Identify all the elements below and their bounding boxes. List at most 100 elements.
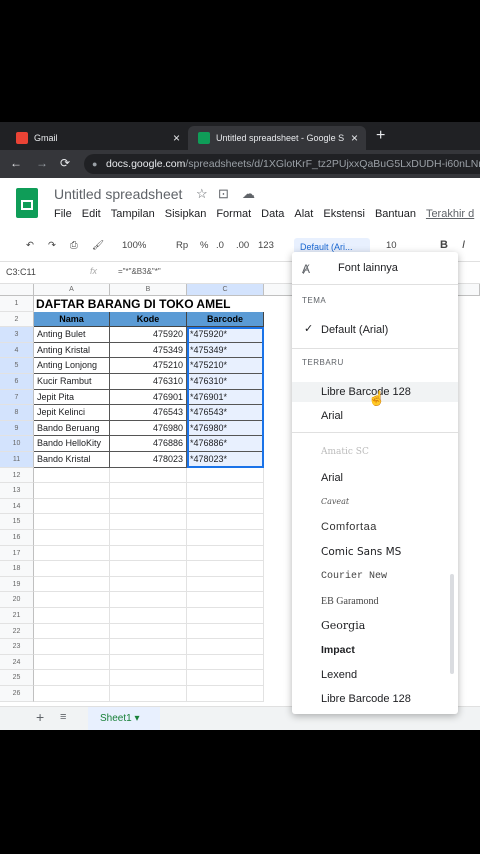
- grid-cell[interactable]: [110, 530, 187, 546]
- grid-cell[interactable]: [110, 654, 187, 671]
- menu-file[interactable]: File: [54, 208, 72, 220]
- grid-cell[interactable]: [34, 623, 110, 640]
- grid-cell[interactable]: [187, 592, 264, 608]
- row-header[interactable]: 13: [0, 483, 34, 499]
- doc-title[interactable]: Untitled spreadsheet: [54, 186, 182, 202]
- grid-cell[interactable]: [110, 670, 187, 686]
- italic-button[interactable]: I: [462, 239, 465, 251]
- row-header[interactable]: 2: [0, 311, 34, 328]
- sheet-tab-sheet1[interactable]: Sheet1 ▾: [88, 707, 160, 730]
- grid-cell[interactable]: [110, 608, 187, 624]
- grid-cell[interactable]: [187, 670, 264, 686]
- table-cell[interactable]: Kucir Rambut: [34, 374, 110, 390]
- grid-cell[interactable]: [187, 623, 264, 640]
- menu-format[interactable]: Format: [216, 208, 251, 220]
- column-header-c[interactable]: C: [187, 284, 264, 296]
- grid-cell[interactable]: [110, 592, 187, 608]
- table-cell[interactable]: 475210: [110, 358, 187, 374]
- grid-cell[interactable]: [110, 514, 187, 530]
- table-cell[interactable]: 476310: [110, 374, 187, 390]
- formula-input[interactable]: ="*"&B3&"*": [118, 267, 161, 276]
- table-cell[interactable]: Anting Bulet: [34, 327, 110, 343]
- grid-cell[interactable]: [187, 514, 264, 530]
- zoom-select[interactable]: 100%: [122, 240, 146, 251]
- table-cell[interactable]: Bando Kristal: [34, 452, 110, 468]
- row-header[interactable]: 12: [0, 467, 34, 484]
- all-sheets-icon[interactable]: ≡: [60, 711, 66, 723]
- paint-format-icon[interactable]: 🖌: [92, 240, 104, 251]
- row-header[interactable]: 20: [0, 592, 34, 608]
- menu-extensions[interactable]: Ekstensi: [323, 208, 365, 220]
- column-header-b[interactable]: B: [110, 284, 187, 296]
- row-header[interactable]: 15: [0, 514, 34, 530]
- column-header-a[interactable]: A: [34, 284, 110, 296]
- bold-button[interactable]: B: [440, 239, 448, 251]
- menu-tools[interactable]: Alat: [294, 208, 313, 220]
- grid-cell[interactable]: [34, 545, 110, 562]
- grid-cell[interactable]: [34, 514, 110, 530]
- table-cell[interactable]: Anting Kristal: [34, 342, 110, 359]
- row-header[interactable]: 1: [0, 296, 34, 312]
- grid-cell[interactable]: [110, 576, 187, 593]
- grid-cell[interactable]: [110, 561, 187, 577]
- row-header[interactable]: 10: [0, 436, 34, 452]
- row-header[interactable]: 24: [0, 654, 34, 671]
- grid-cell[interactable]: [34, 561, 110, 577]
- table-cell[interactable]: 475349: [110, 342, 187, 359]
- sheets-logo-icon[interactable]: [16, 188, 38, 218]
- row-header[interactable]: 18: [0, 561, 34, 577]
- url-input[interactable]: ● docs.google.com/spreadsheets/d/1XGlotK…: [84, 154, 480, 174]
- grid-cell[interactable]: [34, 686, 110, 702]
- close-icon[interactable]: ×: [173, 131, 180, 145]
- font-size-select[interactable]: 10: [386, 240, 397, 251]
- increase-decimal-button[interactable]: .00: [236, 240, 249, 251]
- row-header[interactable]: 25: [0, 670, 34, 686]
- row-header[interactable]: 14: [0, 498, 34, 515]
- move-icon[interactable]: ⊡: [218, 186, 229, 202]
- grid-cell[interactable]: [187, 483, 264, 499]
- table-cell[interactable]: Anting Lonjong: [34, 358, 110, 374]
- theme-default-font-item[interactable]: Default (Arial): [292, 320, 458, 340]
- font-arial[interactable]: Arial: [292, 468, 458, 488]
- row-header[interactable]: 8: [0, 405, 34, 421]
- row-header[interactable]: 23: [0, 639, 34, 655]
- percent-button[interactable]: %: [200, 240, 208, 251]
- grid-cell[interactable]: [187, 576, 264, 593]
- row-header[interactable]: 3: [0, 327, 34, 343]
- font-courier-new[interactable]: Courier New: [292, 567, 458, 587]
- row-header[interactable]: 22: [0, 623, 34, 640]
- grid-cell[interactable]: [187, 654, 264, 671]
- table-cell[interactable]: 476980: [110, 420, 187, 437]
- grid-cell[interactable]: [187, 467, 264, 484]
- grid-cell[interactable]: [187, 608, 264, 624]
- grid-cell[interactable]: [34, 639, 110, 655]
- corner-cell[interactable]: [0, 284, 34, 296]
- grid-cell[interactable]: [110, 483, 187, 499]
- print-icon[interactable]: ⎙: [70, 240, 78, 251]
- font-eb-garamond[interactable]: EB Garamond: [292, 592, 458, 612]
- grid-cell[interactable]: [34, 654, 110, 671]
- font-caveat[interactable]: Caveat: [292, 492, 458, 512]
- menu-view[interactable]: Tampilan: [111, 208, 155, 220]
- grid-cell[interactable]: [110, 623, 187, 640]
- grid-cell[interactable]: [187, 498, 264, 515]
- row-header[interactable]: 26: [0, 686, 34, 702]
- table-header-cell[interactable]: Kode: [110, 311, 187, 328]
- table-cell[interactable]: Bando Beruang: [34, 420, 110, 437]
- new-tab-button[interactable]: +: [376, 126, 385, 146]
- close-icon[interactable]: ×: [351, 131, 358, 145]
- table-cell[interactable]: Jepit Pita: [34, 389, 110, 406]
- row-header[interactable]: 21: [0, 608, 34, 624]
- table-cell[interactable]: 476886: [110, 436, 187, 452]
- grid-cell[interactable]: [34, 608, 110, 624]
- row-header[interactable]: 9: [0, 420, 34, 437]
- row-header[interactable]: 5: [0, 358, 34, 374]
- currency-button[interactable]: Rp: [176, 240, 188, 251]
- grid-cell[interactable]: [110, 467, 187, 484]
- recent-font-arial[interactable]: Arial: [292, 406, 458, 426]
- font-libre-barcode[interactable]: Libre Barcode 128: [292, 689, 458, 709]
- table-cell[interactable]: 476901: [110, 389, 187, 406]
- star-icon[interactable]: ☆: [196, 186, 208, 202]
- decrease-decimal-button[interactable]: .0: [216, 240, 224, 251]
- menu-insert[interactable]: Sisipkan: [165, 208, 207, 220]
